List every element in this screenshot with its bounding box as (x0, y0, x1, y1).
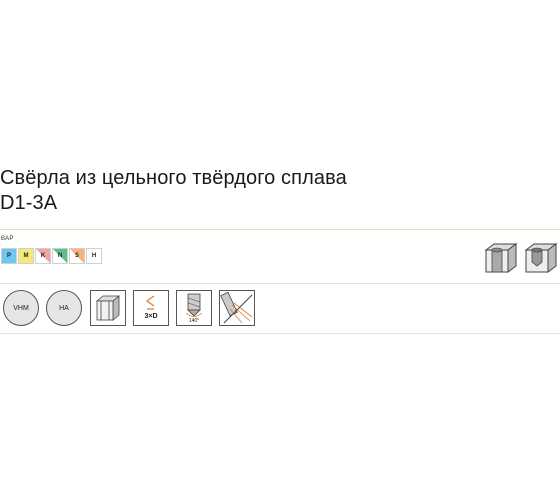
point-angle-label: 140° (188, 318, 200, 324)
iso-group-label: H (91, 253, 97, 259)
material-vhm-icon: VHM (3, 290, 39, 326)
iso-group-k: K (35, 248, 51, 264)
iso-group-p: P (1, 248, 17, 264)
material-label: VHM (13, 304, 29, 312)
iso-group-label: K (40, 253, 46, 259)
internal-coolant-icon (219, 290, 255, 326)
vap-label: ВАР (1, 236, 14, 242)
iso-group-h: H (86, 248, 102, 264)
depth-ratio-icon: 3×D (133, 290, 169, 326)
depth-label: 3×D (144, 313, 158, 320)
title-line-1: Свёрла из цельного твёрдого сплава (0, 167, 347, 189)
iso-group-label: M (23, 253, 29, 259)
blind-hole-icon (524, 242, 558, 279)
title-line-2: D1-3A (0, 192, 58, 214)
divider-2 (0, 333, 560, 334)
iso-group-n: N (52, 248, 68, 264)
coating-label: HA (59, 304, 69, 312)
through-hole-icon (484, 242, 518, 279)
divider-1 (0, 283, 560, 284)
iso-group-label: N (57, 253, 63, 259)
divider-accent (0, 229, 560, 230)
iso-group-s: S (69, 248, 85, 264)
coating-ha-icon: HA (46, 290, 82, 326)
point-angle-icon: 140° (176, 290, 212, 326)
iso-group-m: M (18, 248, 34, 264)
cylindrical-shank-icon (90, 290, 126, 326)
iso-group-label: S (74, 253, 79, 259)
iso-group-label: P (6, 253, 11, 259)
page-title: Свёрла из цельного твёрдого сплава D1-3A (0, 166, 347, 216)
iso-material-groups: PMKNSH (1, 248, 102, 264)
